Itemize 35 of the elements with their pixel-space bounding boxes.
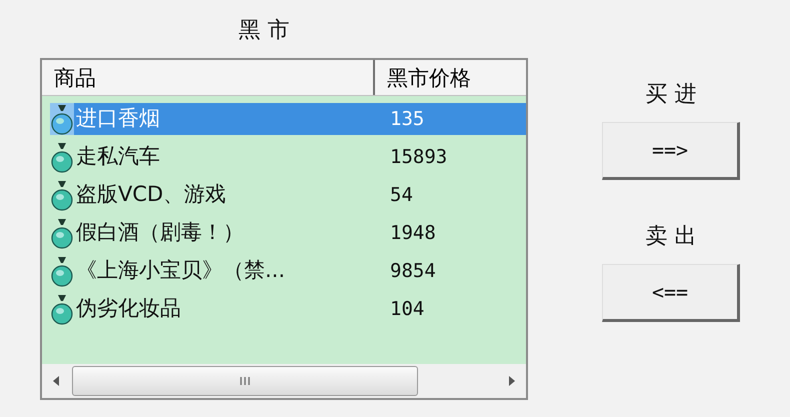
scroll-thumb[interactable]: [72, 366, 418, 396]
item-name: 《上海小宝贝》（禁...: [75, 257, 286, 284]
item-price: 54: [389, 182, 413, 208]
transfer-button[interactable]: <==: [602, 264, 740, 322]
bottle-icon: [50, 293, 74, 325]
item-price: 9854: [389, 258, 436, 284]
list-row[interactable]: 盗版VCD、游戏 54: [42, 176, 526, 214]
item-name: 假白酒（剧毒！）: [75, 219, 245, 246]
bottle-icon: [50, 255, 74, 287]
bottle-icon: [50, 179, 74, 211]
action-label: 卖 出: [646, 223, 696, 251]
bottle-icon: [50, 141, 74, 173]
scroll-left-icon[interactable]: [52, 375, 60, 387]
transfer-button[interactable]: ==>: [602, 122, 740, 180]
bottle-icon: [50, 217, 74, 249]
list-row[interactable]: 《上海小宝贝》（禁... 9854: [42, 252, 526, 290]
horizontal-scrollbar[interactable]: [42, 364, 526, 398]
item-price: 1948: [389, 220, 436, 246]
window-title: 黑 市: [238, 17, 290, 45]
item-name: 进口香烟: [75, 105, 161, 132]
item-name: 盗版VCD、游戏: [75, 181, 228, 208]
bottle-icon: [50, 103, 74, 135]
item-price: 15893: [389, 144, 448, 170]
item-name: 走私汽车: [75, 143, 161, 170]
grip-icon: [240, 376, 250, 386]
list-row[interactable]: 走私汽车 15893: [42, 138, 526, 176]
item-name: 伪劣化妆品: [75, 295, 182, 322]
scroll-right-icon[interactable]: [508, 375, 516, 387]
action-label: 买 进: [646, 81, 696, 109]
column-header[interactable]: 黑市价格: [375, 60, 526, 95]
item-price: 135: [389, 106, 424, 132]
list-row[interactable]: 伪劣化妆品 104: [42, 290, 526, 328]
item-price: 104: [389, 296, 424, 322]
column-header[interactable]: 商品: [42, 60, 375, 95]
list-row[interactable]: 假白酒（剧毒！） 1948: [42, 214, 526, 252]
